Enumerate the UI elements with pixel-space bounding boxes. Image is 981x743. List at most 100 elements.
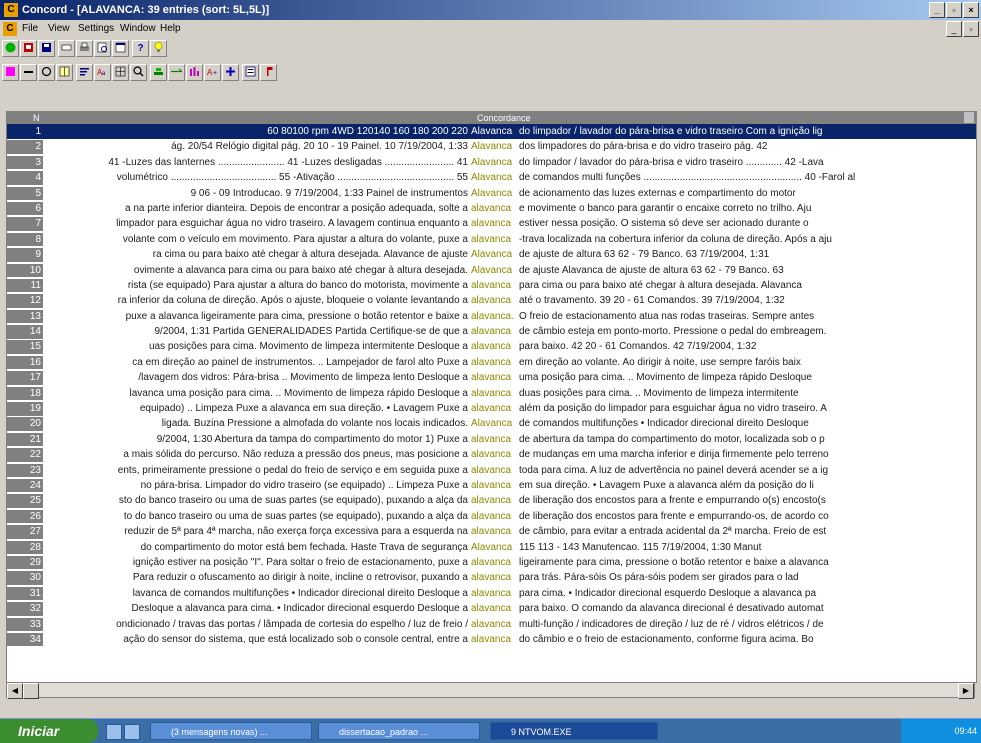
scroll-thumb[interactable] bbox=[23, 683, 39, 699]
help-question-icon[interactable]: ? bbox=[132, 40, 149, 57]
minimize-button[interactable]: _ bbox=[929, 2, 945, 18]
grid-icon[interactable] bbox=[112, 64, 129, 81]
dash-icon[interactable] bbox=[20, 64, 37, 81]
horizontal-scrollbar[interactable]: ◀ ▶ bbox=[6, 682, 975, 699]
concordance-row[interactable]: 8 volante com o veículo em movimento. Par… bbox=[7, 232, 976, 247]
window-icon[interactable] bbox=[112, 40, 129, 57]
concordance-row[interactable]: 33 ondicionado / travas das portas / lâmp… bbox=[7, 617, 976, 632]
start-button[interactable]: Iniciar bbox=[0, 719, 98, 743]
concordance-row[interactable]: 9 ra cima ou para baixo até chegar à altu… bbox=[7, 247, 976, 262]
concordance-row[interactable]: 13 puxe a alavanca ligeiramente para cima… bbox=[7, 309, 976, 324]
concordance-row[interactable]: 20 ligada. Buzina Pressione a almofada do… bbox=[7, 416, 976, 431]
left-context: ra cima ou para baixo até chegar à altur… bbox=[152, 249, 468, 261]
columns-icon[interactable] bbox=[56, 64, 73, 81]
column-header-concordance[interactable]: Concordance bbox=[477, 112, 531, 124]
concordance-row[interactable]: 14 9/2004, 1:31 Partida GENERALIDADES Par… bbox=[7, 324, 976, 339]
font-size-icon[interactable]: Aa bbox=[94, 64, 111, 81]
close-button[interactable]: × bbox=[963, 2, 979, 18]
green-dot-icon[interactable] bbox=[2, 40, 19, 57]
maximize-button[interactable]: ▫ bbox=[946, 2, 962, 18]
header-corner-icon[interactable] bbox=[964, 112, 974, 123]
system-tray-clock[interactable]: 09:44 bbox=[901, 719, 981, 743]
new-concordance-icon[interactable] bbox=[20, 40, 37, 57]
concordance-row[interactable]: 22 a mais sólida do percurso. Não reduza … bbox=[7, 447, 976, 462]
mdi-child-icon[interactable]: C bbox=[3, 22, 17, 36]
concordance-row[interactable]: 21 9/2004, 1:30 Abertura da tampa do comp… bbox=[7, 432, 976, 447]
row-number: 12 bbox=[7, 294, 43, 308]
print-icon[interactable] bbox=[76, 40, 93, 57]
right-context: ligeiramente para cima, pressione o botã… bbox=[519, 556, 829, 568]
concordance-row[interactable]: 25 sto do banco traseiro ou uma de suas p… bbox=[7, 493, 976, 508]
keyword: alavanca bbox=[471, 433, 512, 445]
collocate-icon[interactable] bbox=[150, 64, 167, 81]
concordance-row[interactable]: 27 reduzir de 5ª para 4ª marcha, não exer… bbox=[7, 524, 976, 539]
concordance-row[interactable]: 10 ovimente a alavanca para cima ou para … bbox=[7, 263, 976, 278]
concordance-row[interactable]: 11 rista (se equipado) Para ajustar a alt… bbox=[7, 278, 976, 293]
concordance-row[interactable]: 30 Para reduzir o ofuscamento ao dirigir … bbox=[7, 570, 976, 585]
column-header-n[interactable]: N bbox=[33, 112, 40, 124]
menu-help[interactable]: Help bbox=[160, 20, 181, 38]
taskbar-item-dissertation[interactable]: dissertacao_padrao ... bbox=[318, 722, 480, 740]
add-icon[interactable] bbox=[222, 64, 239, 81]
clusters-icon[interactable]: A + bbox=[204, 64, 221, 81]
menu-view[interactable]: View bbox=[48, 20, 70, 38]
sort-icon[interactable] bbox=[76, 64, 93, 81]
settings-flag-icon[interactable] bbox=[260, 64, 277, 81]
concordance-row[interactable]: 18 lavanca uma posição para cima. .. Movi… bbox=[7, 386, 976, 401]
keyword: alavanca bbox=[471, 495, 512, 507]
concordance-row[interactable]: 31 lavanca de comandos multifunções • Ind… bbox=[7, 586, 976, 601]
right-context: em direção ao volante. Ao dirigir à noit… bbox=[519, 356, 801, 368]
concordance-row[interactable]: 17/lavagem dos vidros: Pára-brisa .. Mov… bbox=[7, 370, 976, 385]
concordance-row[interactable]: 5 9 06 - 09 Introducao. 9 7/19/2004, 1:33… bbox=[7, 186, 976, 201]
right-context: de liberação dos encostos para a frente … bbox=[519, 495, 826, 507]
concordance-row[interactable]: 16 ca em direção ao painel de instrumento… bbox=[7, 355, 976, 370]
concordance-row[interactable]: 12 ra inferior da coluna de direção. Após… bbox=[7, 293, 976, 308]
menu-file[interactable]: File bbox=[22, 20, 38, 38]
taskbar-item-email[interactable]: (3 mensagens novas) ... bbox=[150, 722, 312, 740]
save-icon[interactable] bbox=[38, 40, 55, 57]
app-icon[interactable]: C bbox=[4, 3, 18, 17]
right-context: em sua direção. • Lavagem Puxe a alavanc… bbox=[519, 479, 814, 491]
tip-lightbulb-icon[interactable] bbox=[150, 40, 167, 57]
search-icon[interactable] bbox=[130, 64, 147, 81]
concordance-row[interactable]: 4 volumétrico ...........................… bbox=[7, 170, 976, 185]
concordance-row[interactable]: 19 equipado) .. Limpeza Puxe a alavanca e… bbox=[7, 401, 976, 416]
mdi-maximize-button[interactable]: ▫ bbox=[963, 21, 979, 37]
concordance-row[interactable]: 7 limpador para esguichar água no vidro t… bbox=[7, 216, 976, 231]
concordance-row[interactable]: 6 a na parte inferior dianteira. Depois d… bbox=[7, 201, 976, 216]
zap-icon[interactable] bbox=[38, 64, 55, 81]
concordance-row[interactable]: 29 ignição estiver na posição "I". Para s… bbox=[7, 555, 976, 570]
mdi-minimize-button[interactable]: _ bbox=[946, 21, 962, 37]
quicklaunch-desktop-icon[interactable] bbox=[124, 724, 140, 740]
magenta-square-icon[interactable] bbox=[2, 64, 19, 81]
svg-text:+: + bbox=[213, 70, 217, 77]
right-context: até o travamento. 39 20 - 61 Comandos. 3… bbox=[519, 295, 785, 307]
concordance-row[interactable]: 15 uas posições para cima. Movimento de l… bbox=[7, 339, 976, 354]
print-preview-icon[interactable] bbox=[94, 40, 111, 57]
left-context: 9/2004, 1:30 Abertura da tampa do compar… bbox=[156, 433, 468, 445]
text-info-icon[interactable] bbox=[58, 40, 75, 57]
taskbar-item-concord[interactable]: 9 NTVOM.EXE bbox=[490, 722, 658, 740]
concordance-row[interactable]: 24 no pára-brisa. Limpador do vidro trase… bbox=[7, 478, 976, 493]
concordance-row[interactable]: 32 Desloque a alavanca para cima. • Indic… bbox=[7, 601, 976, 616]
menu-window[interactable]: Window bbox=[120, 20, 156, 38]
title-bar[interactable]: C Concord - [ALAVANCA: 39 entries (sort:… bbox=[0, 0, 981, 20]
keyword: alavanca bbox=[471, 403, 512, 415]
plot-icon[interactable] bbox=[168, 64, 185, 81]
scroll-left-arrow-icon[interactable]: ◀ bbox=[7, 683, 23, 699]
concordance-header: N Concordance bbox=[7, 112, 976, 124]
concordance-row[interactable]: 26 to do banco traseiro ou uma de suas pa… bbox=[7, 509, 976, 524]
concordance-row[interactable]: 23 ents, primeiramente pressione o pedal … bbox=[7, 463, 976, 478]
concordance-row[interactable]: 34 ação do sensor do sistema, que está lo… bbox=[7, 632, 976, 647]
concordance-row[interactable]: 1 60 80100 rpm 4WD 120140 160 180 200 220… bbox=[7, 124, 976, 140]
menu-settings[interactable]: Settings bbox=[78, 20, 114, 38]
concordance-row[interactable]: 3 41 -Luzes das lanternes ...............… bbox=[7, 155, 976, 170]
toolbar-concordance: Aa A + bbox=[0, 62, 360, 84]
scroll-right-arrow-icon[interactable]: ▶ bbox=[958, 683, 974, 699]
concordance-row[interactable]: 2 ág. 20/54 Relógio digital pág. 20 10 - … bbox=[7, 139, 976, 154]
patterns-icon[interactable] bbox=[186, 64, 203, 81]
quicklaunch-ie-icon[interactable] bbox=[106, 724, 122, 740]
text-view-icon[interactable] bbox=[242, 64, 259, 81]
concordance-row[interactable]: 28 do compartimento do motor está bem fec… bbox=[7, 540, 976, 555]
keyword: alavanca bbox=[471, 387, 512, 399]
